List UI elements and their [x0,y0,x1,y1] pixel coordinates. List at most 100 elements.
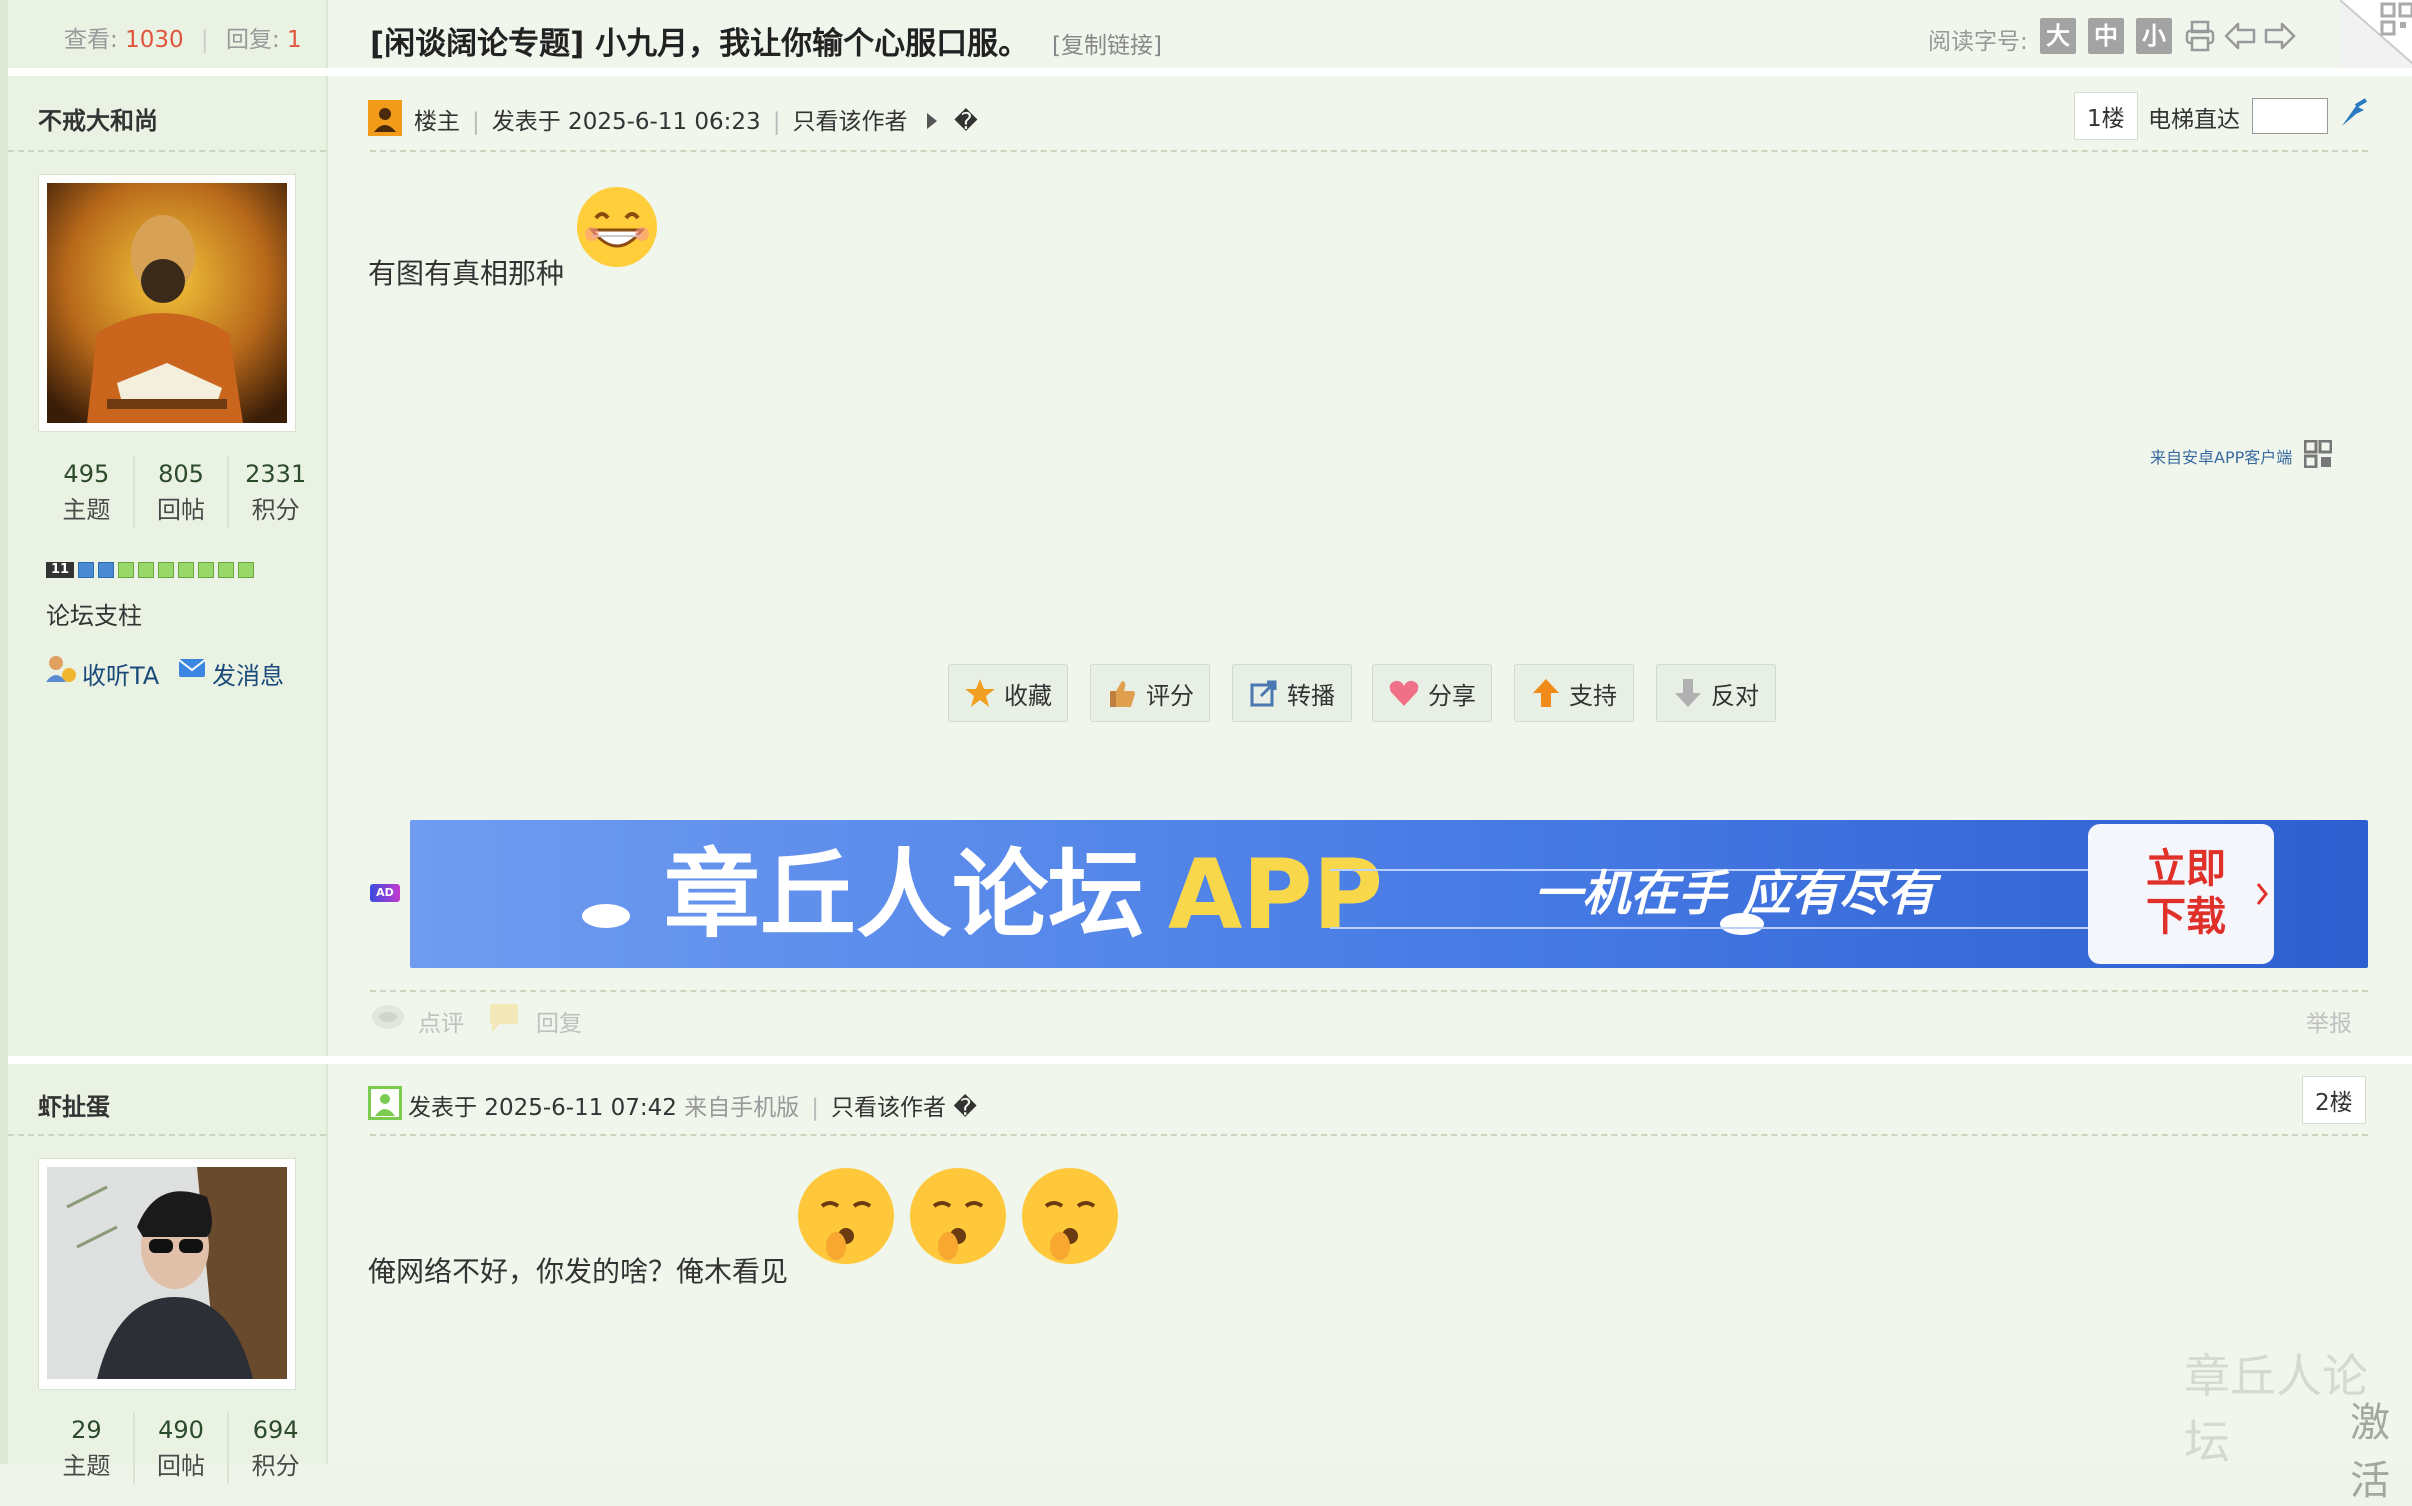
app-client-note[interactable]: 来自安卓APP客户端 [2150,444,2292,468]
font-medium-button[interactable]: 中 [2088,18,2124,54]
points-stat[interactable]: 2331 积分 [229,456,322,528]
level-number: 11 [46,562,74,578]
comment-link[interactable]: 点评 [418,1004,464,1038]
thumbs-up-icon [1110,681,1135,707]
qr-code-icon[interactable] [2304,440,2332,468]
follow-link[interactable]: 收听TA [82,656,159,691]
level-block [178,562,194,578]
page-background [8,0,2412,1464]
font-large-button[interactable]: 大 [2040,18,2076,54]
level-block [218,562,234,578]
post-date: 发表于 2025-6-11 07:42 [408,1095,677,1121]
post-separator [8,1056,2412,1064]
user-rank[interactable]: 论坛支柱 [46,596,142,631]
font-size-label: 阅读字号: [1928,29,2028,55]
ad-tag: AD [370,884,400,902]
shy-emoji-icons [798,1168,1118,1264]
oppose-button[interactable]: 反对 [1656,664,1776,722]
broken-glyph: � [953,1095,977,1121]
post-content: 有图有真相那种 [368,257,565,290]
caret-right-icon[interactable] [926,113,937,129]
divider [370,990,2368,992]
avatar[interactable] [47,1167,287,1379]
report-link[interactable]: 举报 [2306,1004,2352,1038]
from-mobile-label[interactable]: 来自手机版 [684,1095,799,1121]
level-block [98,562,114,578]
follow-icon[interactable] [44,654,78,684]
topics-stat[interactable]: 495 主题 [40,456,135,528]
only-author-link[interactable]: 只看该作者 [831,1095,946,1121]
reply-link[interactable]: 回复 [536,1004,582,1038]
points-stat[interactable]: 694 积分 [229,1412,322,1484]
post-content: 俺网络不好，你发的啥？俺木看见 [368,1255,789,1288]
topics-stat[interactable]: 29 主题 [40,1412,135,1484]
post-author-name[interactable]: 不戒大和尚 [38,101,158,136]
star-icon [965,679,995,707]
post-meta: 楼主 | 发表于 2025-6-11 06:23 | 只看该作者 � [414,102,978,136]
copy-link-button[interactable]: [复制链接] [1052,26,1162,60]
print-icon[interactable] [2182,18,2218,54]
only-author-link[interactable]: 只看该作者 [792,109,907,135]
replies-label: 回复: [225,27,280,53]
banner-app-text: APP [1168,839,1383,951]
divider: | [772,109,781,135]
topics-label: 主题 [62,1452,111,1480]
rate-label: 评分 [1146,681,1194,710]
avatar[interactable] [47,183,287,423]
message-icon[interactable] [178,656,206,680]
banner-cta-line2: 下载 [2146,894,2226,940]
repost-icon [1250,680,1277,707]
level-block [158,562,174,578]
post-date: 发表于 2025-6-11 06:23 [491,109,761,135]
left-rail [0,0,8,1464]
replies-stat[interactable]: 490 回帖 [135,1412,230,1484]
font-small-button[interactable]: 小 [2136,18,2172,54]
author-stats: 29 主题 490 回帖 694 积分 [40,1412,322,1484]
replies-count: 805 [158,460,204,488]
qr-code-corner-icon[interactable] [2340,0,2412,70]
next-thread-icon[interactable] [2262,18,2298,54]
replies-count: 490 [158,1416,204,1444]
thread-title: [闲谈阔论专题] 小九月，我让你输个心服口服。 [370,26,1030,62]
grin-emoji-icon [577,187,657,267]
post-author-name[interactable]: 虾扯蛋 [38,1087,110,1122]
thread-header: 查看: 1030 | 回复: 1 [闲谈阔论专题] 小九月，我让你输个心服口服。… [8,0,2412,70]
support-label: 支持 [1569,681,1617,710]
thread-starter-badge-icon [368,100,402,136]
rate-button[interactable]: 评分 [1090,664,1210,722]
points-label: 积分 [251,1452,300,1480]
corner-overlay-text: 激活 [2350,1400,2390,1504]
send-message-link[interactable]: 发消息 [212,656,284,691]
divider [370,1134,2368,1136]
level-block [118,562,134,578]
elevator-input[interactable] [2252,98,2328,134]
repost-button[interactable]: 转播 [1232,664,1352,722]
support-button[interactable]: 支持 [1514,664,1634,722]
comment-icon[interactable] [370,1000,406,1036]
points-label: 积分 [251,496,300,524]
app-download-banner[interactable]: 章丘人论坛 APP 一机在手 应有尽有 立即 下载 [410,820,2368,968]
reply-icon[interactable] [486,1000,522,1034]
share-label: 分享 [1428,681,1476,710]
share-button[interactable]: 分享 [1372,664,1492,722]
divider [370,150,2368,152]
views-count: 1030 [125,27,184,53]
elevator-go-icon[interactable] [2336,96,2370,132]
level-block [198,562,214,578]
author-stats: 495 主题 805 回帖 2331 积分 [40,456,322,528]
shy-emoji-icon [910,1168,1006,1264]
arrow-up-icon [1533,679,1559,707]
level-block [138,562,154,578]
views-label: 查看: [64,27,118,53]
divider: | [472,109,480,135]
floor-number[interactable]: 1楼 [2074,92,2138,140]
prev-thread-icon[interactable] [2222,18,2258,54]
thread-stats: 查看: 1030 | 回复: 1 [64,20,302,54]
floor-number[interactable]: 2楼 [2302,1076,2366,1124]
favorite-label: 收藏 [1004,681,1052,710]
replies-stat[interactable]: 805 回帖 [135,456,230,528]
favorite-button[interactable]: 收藏 [948,664,1068,722]
banner-cta-line1: 立即 [2146,846,2226,892]
header-divider [8,68,2412,76]
replies-count: 1 [287,27,302,53]
